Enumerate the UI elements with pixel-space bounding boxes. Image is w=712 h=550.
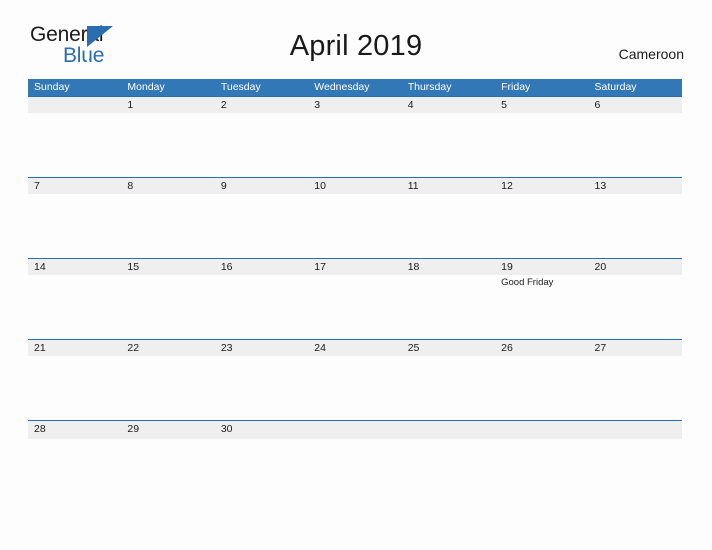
weekday-header-thursday: Thursday [407, 81, 452, 93]
day-cell[interactable]: 20 [589, 259, 682, 339]
day-number: 26 [501, 342, 513, 354]
day-cell[interactable]: 21 [28, 340, 121, 420]
week-row: 21 22 23 24 25 26 27 [28, 339, 682, 420]
day-cell[interactable]: 17 [308, 259, 401, 339]
week-row: 7 8 9 10 11 12 13 [28, 177, 682, 258]
day-cell[interactable]: 8 [121, 178, 214, 258]
day-number: 20 [594, 261, 607, 273]
calendar-grid: Sunday Monday Tuesday Wednesday Thursday… [28, 79, 682, 439]
day-cell[interactable] [308, 421, 401, 439]
day-cell[interactable]: 26 [495, 340, 588, 420]
day-cell[interactable] [589, 421, 682, 439]
day-cell[interactable]: 22 [121, 340, 214, 420]
day-number: 19 [501, 261, 513, 273]
day-cell[interactable]: 4 [402, 97, 495, 177]
day-number: 3 [314, 99, 321, 111]
day-number: 4 [407, 99, 414, 111]
day-number: 7 [34, 180, 40, 192]
day-number: 9 [220, 180, 227, 192]
weekday-header-monday: Monday [127, 81, 165, 93]
day-number: 21 [34, 342, 46, 354]
page-header: General Blue April 2019 Cameroon [0, 0, 712, 66]
day-number: 5 [501, 99, 507, 111]
day-number: 12 [501, 180, 513, 192]
day-number: 6 [594, 99, 601, 111]
day-cell[interactable]: 24 [308, 340, 401, 420]
day-event: Good Friday [501, 277, 554, 288]
day-cell[interactable]: 14 [28, 259, 121, 339]
day-number: 13 [594, 180, 607, 192]
day-number: 22 [127, 342, 140, 354]
day-number: 27 [594, 342, 607, 354]
day-number: 30 [220, 423, 233, 435]
day-number: 2 [220, 99, 227, 111]
day-cell[interactable]: 7 [28, 178, 121, 258]
day-cell[interactable]: 3 [308, 97, 401, 177]
week-row: 28 29 30 [28, 420, 682, 439]
day-number: 23 [220, 342, 233, 354]
weekday-header-saturday: Saturday [594, 81, 637, 93]
day-number: 29 [127, 423, 140, 435]
day-cell[interactable]: 2 [215, 97, 308, 177]
day-cell[interactable]: 1 [121, 97, 214, 177]
week-row: 14 15 16 17 18 19 Good Friday 20 [28, 258, 682, 339]
day-cell[interactable] [495, 421, 588, 439]
day-cell[interactable]: 27 [589, 340, 682, 420]
day-cell[interactable]: 29 [121, 421, 214, 439]
day-number: 8 [127, 180, 134, 192]
day-cell[interactable]: 16 [215, 259, 308, 339]
day-cell[interactable] [28, 97, 121, 177]
day-number: 18 [407, 261, 420, 273]
day-cell[interactable]: 12 [495, 178, 588, 258]
weekday-header-sunday: Sunday [34, 81, 70, 93]
day-cell[interactable]: 23 [215, 340, 308, 420]
week-row: 1 2 3 4 5 6 [28, 96, 682, 177]
day-cell[interactable]: 10 [308, 178, 401, 258]
day-cell[interactable]: 6 [589, 97, 682, 177]
day-cell[interactable]: 28 [28, 421, 121, 439]
day-number: 11 [407, 180, 419, 192]
day-cell[interactable]: 15 [121, 259, 214, 339]
day-cell[interactable]: 18 [402, 259, 495, 339]
day-number: 1 [127, 99, 134, 111]
day-cell[interactable] [402, 421, 495, 439]
day-cell[interactable]: 30 [215, 421, 308, 439]
day-cell-good-friday[interactable]: 19 Good Friday [495, 259, 588, 339]
day-number: 10 [314, 180, 326, 192]
day-cell[interactable]: 5 [495, 97, 588, 177]
region-label: Cameroon [618, 46, 684, 62]
day-number: 24 [314, 342, 326, 354]
day-number: 14 [34, 261, 46, 273]
day-number: 25 [407, 342, 420, 354]
day-cell[interactable]: 11 [402, 178, 495, 258]
day-number: 17 [314, 261, 326, 273]
page-title: April 2019 [289, 30, 423, 62]
day-cell[interactable]: 25 [402, 340, 495, 420]
day-cell[interactable]: 9 [215, 178, 308, 258]
weekday-header-row: Sunday Monday Tuesday Wednesday Thursday… [28, 79, 682, 96]
day-number: 15 [127, 261, 140, 273]
weekday-header-wednesday: Wednesday [314, 81, 370, 93]
weekday-header-friday: Friday [501, 81, 531, 93]
day-number: 16 [220, 261, 233, 273]
weekday-header-tuesday: Tuesday [220, 81, 261, 93]
day-cell[interactable]: 13 [589, 178, 682, 258]
day-number: 28 [34, 423, 46, 435]
